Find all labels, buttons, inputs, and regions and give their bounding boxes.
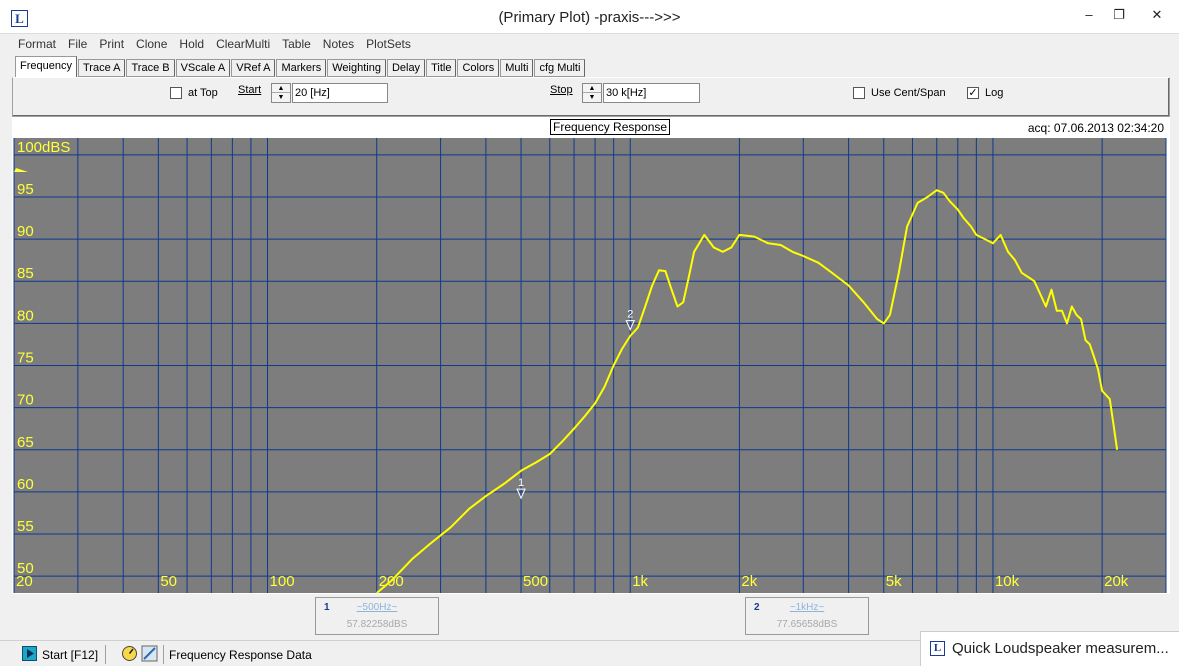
marker-level: 77.65658dBS	[776, 619, 838, 630]
x-tick-label: 100	[270, 573, 295, 590]
stop-frequency-input[interactable]: 30 k[Hz]	[603, 83, 700, 103]
status-text: Frequency Response Data	[169, 648, 312, 662]
marker-label: 1	[518, 477, 524, 489]
marker-readout-1[interactable]: 1 ~500Hz~ 57.82258dBS	[315, 597, 439, 635]
menu-print[interactable]: Print	[93, 36, 130, 54]
at-top-checkbox[interactable]	[170, 87, 182, 99]
start-frequency-input[interactable]: 20 [Hz]	[292, 83, 388, 103]
tab-multi[interactable]: Multi	[500, 59, 534, 77]
frequency-response-chart[interactable]: 100dBS9590858075706560555020 50 100 200 500 1…	[12, 137, 1170, 594]
window-title: (Primary Plot) -praxis--->>>	[498, 9, 681, 26]
plot-title[interactable]: Frequency Response	[550, 119, 671, 135]
tab-bar: Frequency Trace A Trace B VScale A VRef …	[15, 56, 586, 77]
x-tick-label: 20k	[1104, 573, 1129, 590]
tab-colors[interactable]: Colors	[457, 59, 500, 77]
x-tick-label: 10k	[995, 573, 1020, 590]
tab-cfg-multi[interactable]: cfg Multi	[534, 59, 586, 77]
frequency-tab-panel: at Top Start ▲ ▼ 20 [Hz] Stop ▲ ▼ 30 k[H…	[12, 77, 1170, 117]
x-tick-label: 5k	[886, 573, 902, 590]
spin-down-icon[interactable]: ▼	[272, 93, 290, 102]
y-tick-label: 75	[17, 350, 34, 367]
marker-level: 57.82258dBS	[346, 619, 408, 630]
acquisition-timestamp: acq: 07.06.2013 02:34:20	[1027, 121, 1164, 135]
marker-readout-2[interactable]: 2 ~1kHz~ 77.65658dBS	[745, 597, 869, 635]
status-separator	[163, 645, 164, 664]
y-tick-label: 60	[17, 476, 34, 493]
start-button[interactable]: Start [F12]	[42, 648, 98, 662]
y-tick-label: 85	[17, 265, 34, 282]
stop-label: Stop	[550, 84, 573, 96]
y-tick-label: 80	[17, 307, 34, 324]
tab-weighting[interactable]: Weighting	[327, 59, 386, 77]
tab-delay[interactable]: Delay	[386, 59, 426, 77]
play-icon[interactable]	[22, 646, 37, 661]
plot-header: Frequency Response acq: 07.06.2013 02:34…	[12, 117, 1170, 137]
menu-file[interactable]: File	[62, 36, 93, 54]
y-tick-label: 55	[17, 518, 34, 535]
at-top-label: at Top	[188, 87, 218, 99]
menu-bar: Format File Print Clone Hold ClearMulti …	[12, 36, 417, 54]
y-tick-label: 65	[17, 434, 34, 451]
use-cent-span-label: Use Cent/Span	[871, 87, 946, 99]
marker-frequency[interactable]: ~500Hz~	[316, 602, 438, 613]
x-tick-label: 1k	[632, 573, 648, 590]
y-tick-label: 95	[17, 181, 34, 198]
use-cent-span-checkbox[interactable]	[853, 87, 865, 99]
tab-vscale-a[interactable]: VScale A	[175, 59, 231, 77]
menu-clearmulti[interactable]: ClearMulti	[210, 36, 276, 54]
taskbar-notice-text: Quick Loudspeaker measurem...	[952, 640, 1169, 657]
start-spinner[interactable]: ▲ ▼	[271, 83, 291, 103]
log-checkbox[interactable]: ✓	[967, 87, 979, 99]
menu-clone[interactable]: Clone	[130, 36, 173, 54]
menu-table[interactable]: Table	[276, 36, 317, 54]
x-tick-label: 2k	[741, 573, 757, 590]
tab-trace-b[interactable]: Trace B	[126, 59, 175, 77]
spin-up-icon[interactable]: ▲	[272, 84, 290, 93]
tab-frequency[interactable]: Frequency	[15, 56, 77, 77]
x-tick-label: 50	[160, 573, 177, 590]
spin-up-icon[interactable]: ▲	[583, 84, 601, 93]
menu-notes[interactable]: Notes	[317, 36, 360, 54]
title-bar: L (Primary Plot) -praxis--->>> – ❐ ✕	[0, 0, 1179, 34]
marker-label: 2	[627, 309, 633, 321]
tab-vref-a[interactable]: VRef A	[231, 59, 276, 77]
menu-format[interactable]: Format	[12, 36, 62, 54]
tab-markers[interactable]: Markers	[276, 59, 327, 77]
tab-title[interactable]: Title	[426, 59, 457, 77]
app-logo-icon: L	[930, 641, 945, 656]
log-label: Log	[985, 87, 1004, 99]
menu-hold[interactable]: Hold	[173, 36, 210, 54]
close-icon[interactable]: ✕	[1142, 4, 1172, 26]
x-tick-label: 20	[16, 573, 33, 590]
tab-trace-a[interactable]: Trace A	[77, 59, 126, 77]
minimize-icon[interactable]: –	[1074, 4, 1104, 26]
y-tick-label: 90	[17, 223, 34, 240]
menu-plotsets[interactable]: PlotSets	[360, 36, 417, 54]
restore-icon[interactable]: ❐	[1104, 4, 1134, 26]
status-separator	[105, 645, 106, 664]
stop-spinner[interactable]: ▲ ▼	[582, 83, 602, 103]
x-tick-label: 500	[523, 573, 548, 590]
marker-frequency[interactable]: ~1kHz~	[746, 602, 868, 613]
y-tick-label: 100dBS	[17, 139, 70, 156]
tool-icon[interactable]	[141, 645, 158, 662]
y-tick-label: 70	[17, 392, 34, 409]
start-label: Start	[238, 84, 262, 96]
gauge-icon[interactable]	[121, 645, 138, 662]
spin-down-icon[interactable]: ▼	[583, 93, 601, 102]
taskbar-notice[interactable]: L Quick Loudspeaker measurem...	[920, 631, 1179, 666]
